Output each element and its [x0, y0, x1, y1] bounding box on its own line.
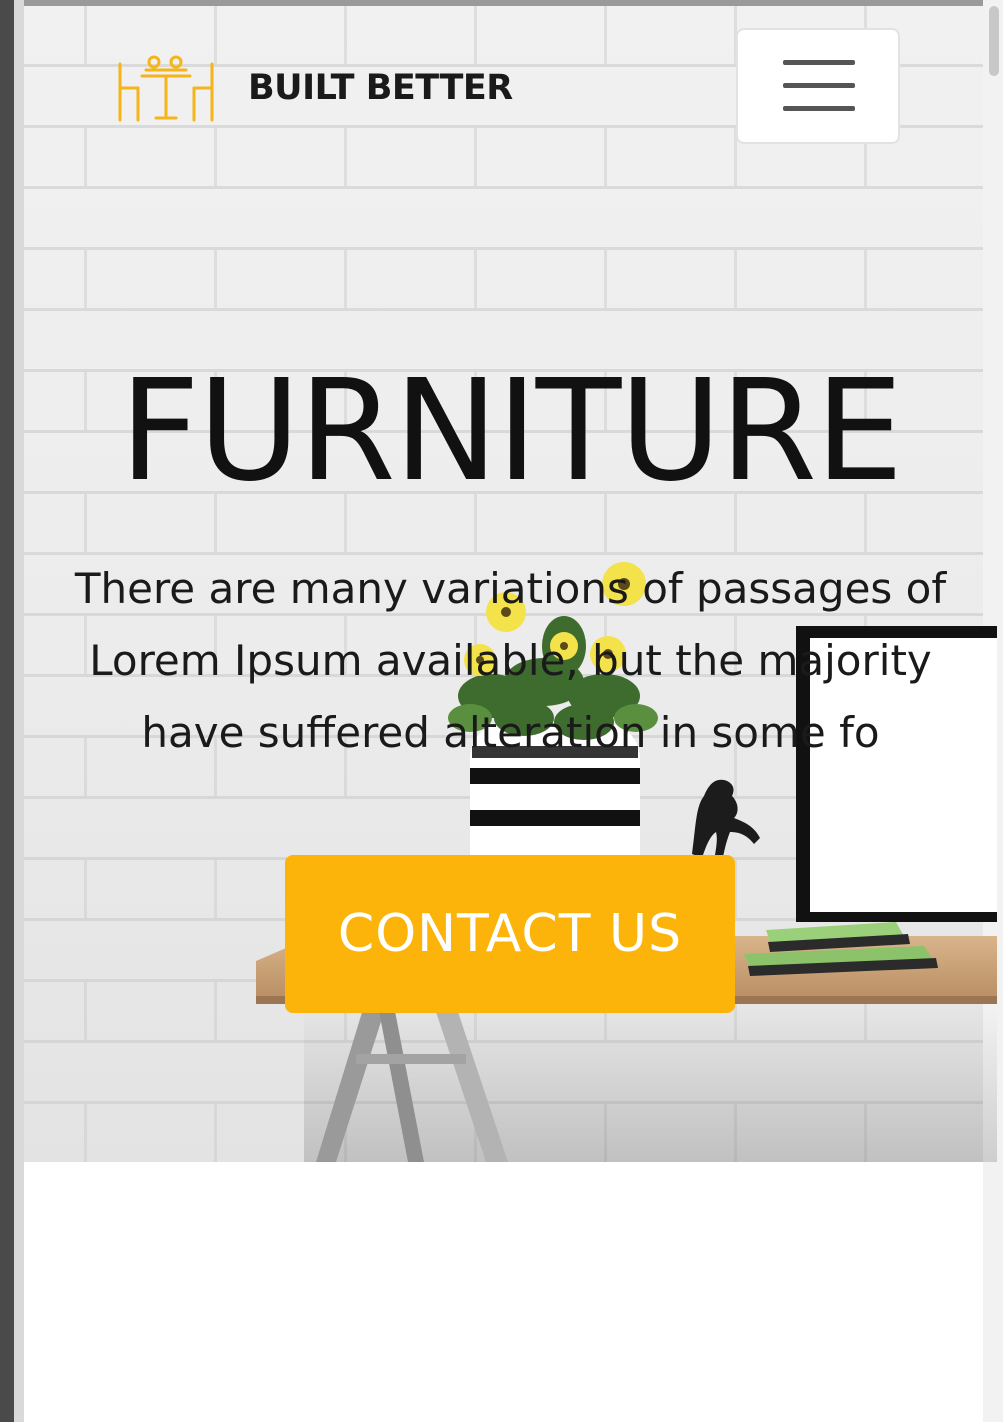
browser-viewport: BUILT BETTER FURNITURE There are many va…	[0, 0, 1003, 1422]
contact-us-button[interactable]: CONTACT US	[285, 855, 735, 1013]
hero-section: BUILT BETTER FURNITURE There are many va…	[24, 6, 997, 1162]
window-edge-inner	[14, 0, 24, 1422]
window-edge	[0, 0, 14, 1422]
hero-description: There are many variations of passages of…	[74, 564, 947, 757]
page-body-blank	[24, 1162, 1003, 1422]
